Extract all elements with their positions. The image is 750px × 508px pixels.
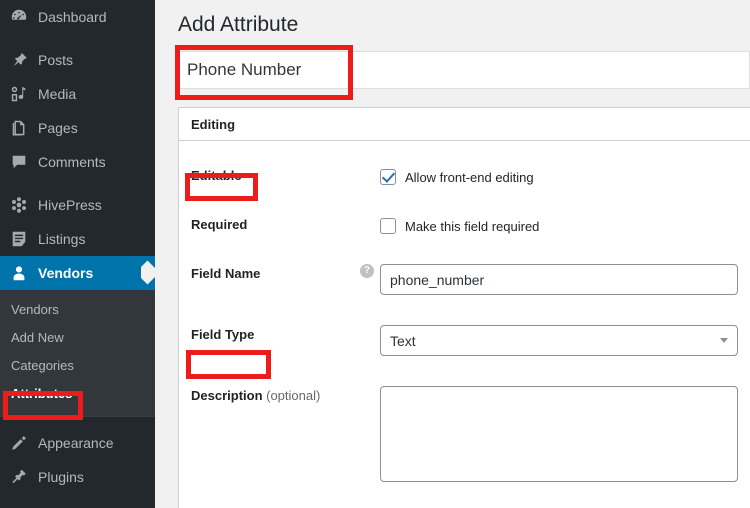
- required-help-cell: [360, 200, 380, 249]
- appearance-icon: [9, 433, 29, 453]
- description-optional-suffix: (optional): [262, 388, 321, 404]
- help-icon[interactable]: ?: [360, 264, 375, 279]
- description-control-cell: [380, 371, 738, 497]
- sidebar-item-vendors[interactable]: Vendors: [0, 256, 155, 290]
- make-field-required-row[interactable]: Make this field required: [380, 215, 738, 235]
- submenu-item-attributes[interactable]: Attributes: [0, 380, 155, 408]
- editable-label: Editable: [191, 168, 242, 184]
- main-content: Add Attribute Editing Editable: [155, 0, 750, 508]
- form-row-editable: Editable Allow front-end editing: [191, 151, 738, 200]
- form-row-field-type: Field Type Text: [191, 310, 738, 371]
- submenu-item-add-new[interactable]: Add New: [0, 324, 155, 352]
- sidebar-item-label: Comments: [38, 154, 106, 170]
- editable-help-cell: [360, 151, 380, 200]
- pages-icon: [9, 118, 29, 138]
- attribute-title-input[interactable]: [179, 52, 749, 89]
- editing-metabox: Editing Editable Allow front-end editing: [178, 107, 750, 508]
- required-control-cell: Make this field required: [380, 200, 738, 249]
- hivepress-icon: [9, 195, 29, 215]
- field-name-help-cell: ?: [360, 249, 380, 310]
- sidebar-item-media[interactable]: Media: [0, 77, 155, 111]
- plugins-icon: [9, 467, 29, 487]
- submenu-item-categories[interactable]: Categories: [0, 352, 155, 380]
- submenu-item-vendors[interactable]: Vendors: [0, 296, 155, 324]
- attribute-title-field-wrap[interactable]: [178, 51, 750, 90]
- dashboard-icon: [9, 7, 29, 27]
- sidebar-item-hivepress[interactable]: HivePress: [0, 188, 155, 222]
- sidebar-item-appearance[interactable]: Appearance: [0, 426, 155, 460]
- sidebar-item-label: Pages: [38, 120, 78, 136]
- sidebar-item-label: Media: [38, 86, 77, 102]
- required-label-cell: Required: [191, 200, 360, 249]
- editing-metabox-header: Editing: [179, 108, 750, 142]
- allow-front-end-editing-label[interactable]: Allow front-end editing: [405, 170, 534, 185]
- admin-sidebar: Dashboard Posts Media Pages Comments Hiv…: [0, 0, 155, 508]
- field-name-label: Field Name: [191, 266, 261, 282]
- sidebar-item-label: Dashboard: [38, 9, 107, 25]
- page-title: Add Attribute: [178, 13, 299, 36]
- form-row-field-name: Field Name ?: [191, 249, 738, 310]
- form-row-required: Required Make this field required: [191, 200, 738, 249]
- sidebar-item-pages[interactable]: Pages: [0, 111, 155, 145]
- listings-icon: [9, 229, 29, 249]
- required-label: Required: [191, 217, 248, 233]
- pin-icon: [9, 50, 29, 70]
- sidebar-item-label: Posts: [38, 52, 74, 68]
- field-name-label-cell: Field Name: [191, 249, 360, 310]
- comments-icon: [9, 152, 29, 172]
- description-help-cell: [360, 371, 380, 497]
- field-type-help-cell: [360, 310, 380, 371]
- sidebar-item-posts[interactable]: Posts: [0, 43, 155, 77]
- description-textarea[interactable]: [380, 386, 738, 483]
- description-label-cell: Description (optional): [191, 371, 360, 497]
- allow-front-end-editing-row[interactable]: Allow front-end editing: [380, 166, 738, 186]
- active-menu-arrow-icon: [141, 256, 155, 290]
- vendors-icon: [9, 263, 29, 283]
- allow-front-end-editing-checkbox[interactable]: [380, 169, 396, 186]
- sidebar-item-label: HivePress: [38, 197, 102, 213]
- field-type-select[interactable]: Text: [380, 325, 738, 357]
- sidebar-item-label: Listings: [38, 231, 86, 247]
- make-field-required-label[interactable]: Make this field required: [405, 219, 539, 234]
- sidebar-item-dashboard[interactable]: Dashboard: [0, 0, 155, 34]
- field-type-label: Field Type: [191, 327, 255, 343]
- sidebar-item-plugins[interactable]: Plugins: [0, 460, 155, 494]
- editing-metabox-title: Editing: [191, 116, 236, 132]
- field-type-control-cell: Text: [380, 310, 738, 371]
- field-type-select-wrap[interactable]: Text: [380, 325, 738, 357]
- description-label: Description: [191, 388, 263, 404]
- field-type-label-cell: Field Type: [191, 310, 360, 371]
- sidebar-item-listings[interactable]: Listings: [0, 222, 155, 256]
- sidebar-item-label: Plugins: [38, 469, 84, 485]
- sidebar-item-label: Appearance: [38, 435, 114, 451]
- editable-label-cell: Editable: [191, 151, 360, 200]
- sidebar-item-comments[interactable]: Comments: [0, 145, 155, 179]
- form-row-description: Description (optional): [191, 371, 738, 497]
- editable-control-cell: Allow front-end editing: [380, 151, 738, 200]
- sidebar-item-label: Vendors: [38, 265, 94, 281]
- field-name-control-cell: [380, 249, 738, 310]
- media-icon: [9, 84, 29, 104]
- make-field-required-checkbox[interactable]: [380, 218, 396, 235]
- editing-metabox-body: Editable Allow front-end editing Require…: [179, 141, 750, 508]
- field-name-input[interactable]: [380, 264, 738, 296]
- attribute-form-table: Editable Allow front-end editing Require…: [191, 151, 738, 497]
- vendors-submenu: Vendors Add New Categories Attributes: [0, 290, 155, 416]
